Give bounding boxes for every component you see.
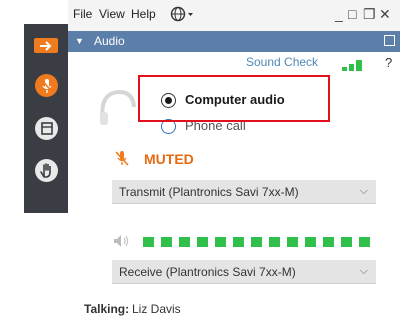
chevron-down-icon: ⌵ — [359, 265, 368, 277]
speaker-icon[interactable] — [113, 234, 131, 248]
menu-help[interactable]: Help — [131, 7, 156, 21]
help-icon[interactable]: ? — [385, 55, 392, 70]
left-rail — [24, 24, 68, 213]
hand-icon[interactable] — [35, 159, 58, 182]
chevron-down-icon: ⌵ — [359, 185, 368, 197]
sound-check-link[interactable]: Sound Check — [246, 55, 318, 69]
microphone-icon[interactable] — [35, 74, 58, 97]
talking-name: Liz Davis — [132, 302, 181, 316]
maximize-icon[interactable]: ❐ — [363, 6, 376, 23]
muted-microphone-icon[interactable] — [115, 150, 129, 167]
globe-icon[interactable] — [170, 6, 194, 22]
receive-device-value: Receive (Plantronics Savi 7xx-M) — [119, 265, 296, 279]
arrow-right-icon[interactable] — [34, 38, 58, 53]
restore-icon[interactable]: □ — [348, 6, 356, 22]
transmit-device-select[interactable]: Transmit (Plantronics Savi 7xx-M) ⌵ — [112, 180, 376, 204]
minimize-icon[interactable]: _ — [335, 6, 343, 22]
highlight-box — [138, 75, 330, 122]
collapse-triangle-icon[interactable]: ▼ — [75, 36, 84, 46]
muted-status: MUTED — [144, 151, 194, 167]
receive-device-select[interactable]: Receive (Plantronics Savi 7xx-M) ⌵ — [112, 260, 376, 284]
popout-icon[interactable] — [384, 35, 395, 46]
close-icon[interactable]: ✕ — [379, 6, 391, 23]
menu-file[interactable]: File — [73, 7, 92, 21]
talking-label: Talking: — [84, 302, 130, 316]
headset-icon — [97, 87, 137, 132]
participants-icon[interactable] — [35, 117, 58, 140]
menu-view[interactable]: View — [99, 7, 125, 21]
transmit-device-value: Transmit (Plantronics Savi 7xx-M) — [119, 185, 299, 199]
signal-strength-icon — [342, 59, 366, 71]
audio-panel-header[interactable]: ▼ Audio — [68, 31, 400, 52]
audio-panel-title: Audio — [94, 34, 125, 48]
menu-bar: File View Help _ □ ❐ ✕ — [68, 0, 400, 31]
